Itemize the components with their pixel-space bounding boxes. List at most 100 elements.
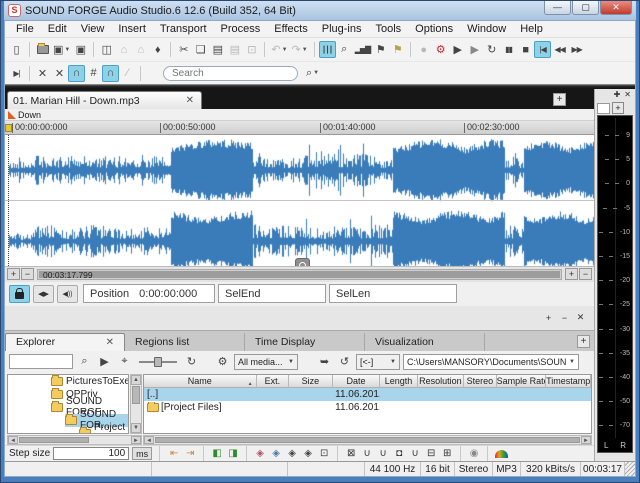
tab-close-icon[interactable]: ✕ <box>184 95 196 106</box>
selend-field[interactable]: SelEnd <box>218 284 326 303</box>
menu-options[interactable]: Options <box>408 22 460 36</box>
tag-tool-button[interactable]: ♦ <box>149 41 166 58</box>
find-button[interactable]: ⌕ ▼ <box>304 65 321 82</box>
column-header-size[interactable]: Size <box>289 374 333 388</box>
level-meter[interactable]: L R 9 5 0 -5 -10 -15 -20 -25 -30 -35 -40 -50 -70 <box>597 115 633 453</box>
lock-button[interactable] <box>9 284 30 303</box>
step-size-unit[interactable]: ms <box>132 447 153 460</box>
open-icon[interactable] <box>34 41 51 58</box>
edit-tool-button[interactable]: ◀▶ <box>33 284 54 303</box>
minimize-button[interactable]: — <box>544 1 571 15</box>
zoom-in-button[interactable]: + <box>7 268 20 280</box>
title-bar[interactable]: S SOUND FORGE Audio Studio.6 12.6 (Build… <box>4 1 636 20</box>
pencil-tool-button[interactable]: ∕ <box>119 65 136 82</box>
event-shrink-button[interactable]: ⊟ <box>424 447 438 460</box>
list-horizontal-scrollbar[interactable]: ◄ ► <box>143 434 592 445</box>
go-to-end-button[interactable]: ▶| <box>8 65 25 82</box>
meter-pin-icon[interactable]: ✚ <box>614 90 621 101</box>
media-filter-combo-arrow-icon[interactable]: ▼ <box>288 359 294 365</box>
scroll-up-arrow[interactable]: ▲ <box>131 374 141 385</box>
tree-horizontal-scrollbar[interactable]: ◄ ► <box>7 434 142 445</box>
menu-file[interactable]: File <box>9 22 41 36</box>
zoom-out-button[interactable]: − <box>21 268 34 280</box>
new-file-button[interactable]: ▯ <box>8 41 25 58</box>
channel-meters-button[interactable]: ☰ <box>318 41 336 58</box>
horizontal-scrollbar[interactable]: 00:03:17.799 <box>37 268 562 280</box>
column-header-stereo[interactable]: Stereo <box>464 374 497 388</box>
dock-tab-time-display[interactable]: Time Display <box>245 332 365 351</box>
menu-effects[interactable]: Effects <box>267 22 314 36</box>
dock-tab-add-button[interactable]: + <box>577 334 590 348</box>
nudge-up-down-button[interactable]: ◈ <box>269 447 283 460</box>
search-input[interactable] <box>163 65 298 81</box>
go-to-start-button[interactable]: |◀ <box>534 41 552 58</box>
event-split-2-button[interactable]: ∪ <box>376 447 390 460</box>
column-header-resolution[interactable]: Resolution <box>417 374 465 388</box>
event-join-button[interactable]: ∪ <box>408 447 422 460</box>
menu-process[interactable]: Process <box>214 22 268 36</box>
file-list-row[interactable]: [..]11.06.201... <box>144 387 591 401</box>
history-combo-arrow-icon[interactable]: ▼ <box>390 359 396 365</box>
snap-enable-button[interactable]: ∩ <box>68 64 85 82</box>
dock-add-button[interactable]: + <box>543 313 554 323</box>
media-filter-combo[interactable]: All media... ▼ <box>234 353 298 370</box>
nudge-in-button[interactable]: ◈ <box>285 447 299 460</box>
dock-tab-regions-list[interactable]: Regions list <box>125 332 245 351</box>
event-fill-button[interactable]: ◘ <box>392 447 406 460</box>
record-button[interactable]: ● <box>415 41 432 58</box>
copy-button[interactable]: ❏ <box>192 41 209 58</box>
path-combo[interactable]: C:\Users\MANSORY\Documents\SOUND F ▼ <box>403 353 579 370</box>
step-size-input[interactable]: 100 <box>53 447 130 460</box>
tree-hscroll-thumb[interactable] <box>19 436 89 443</box>
record-options-button[interactable]: ⚙ <box>432 41 449 58</box>
loop-playback-button[interactable]: ↻ <box>483 41 500 58</box>
position-field[interactable]: Position 0:00:00:000 <box>83 284 215 303</box>
dock-minimize-button[interactable]: − <box>559 313 570 323</box>
tree-item[interactable]: PicturesToExe <box>8 374 128 388</box>
dock-close-button[interactable]: ✕ <box>575 312 586 323</box>
zoom-tool-button[interactable]: ⌕ <box>336 41 353 58</box>
zoom-in-button-right[interactable]: + <box>565 268 578 280</box>
scroll-down-arrow[interactable]: ▼ <box>131 423 141 433</box>
scroll-right-arrow[interactable]: ► <box>131 435 141 444</box>
column-header-length[interactable]: Length <box>380 374 418 388</box>
rewind-button[interactable]: ◀◀ <box>551 41 568 58</box>
column-header-timestamp[interactable]: Timestamp <box>546 374 591 388</box>
column-header-samplerate[interactable]: Sample Rate <box>496 374 547 388</box>
send-to-button[interactable]: ➥ <box>316 353 333 370</box>
dock-tab-explorer[interactable]: Explorer ✕ <box>5 332 125 351</box>
maximize-button[interactable]: ▢ <box>572 1 599 15</box>
snap-to-grid-button[interactable]: # <box>85 65 102 82</box>
menu-tools[interactable]: Tools <box>368 22 408 36</box>
ruler-origin-marker[interactable] <box>5 124 12 132</box>
save-button[interactable]: ▣ ▼ <box>51 41 72 58</box>
save-all-button[interactable]: ▣ <box>72 41 89 58</box>
file-list[interactable]: Name ▲ Ext. Size Date Length Resolution Stereo S… <box>143 373 592 434</box>
tree-vertical-scrollbar[interactable]: ▲ ▼ <box>130 373 142 434</box>
menu-edit[interactable]: Edit <box>41 22 74 36</box>
menu-view[interactable]: View <box>74 22 112 36</box>
next-event-button[interactable]: ⇥ <box>183 447 197 460</box>
menu-window[interactable]: Window <box>460 22 513 36</box>
path-combo-arrow-icon[interactable]: ▼ <box>569 359 575 365</box>
scroll-left-arrow[interactable]: ◄ <box>144 435 154 444</box>
cut-button[interactable]: ✂ <box>175 41 192 58</box>
tree-item[interactable]: Project Files <box>8 422 128 434</box>
column-header-date[interactable]: Date <box>332 374 381 388</box>
insert-marker-button[interactable]: ⚑ <box>372 41 389 58</box>
stop-button[interactable]: ■ <box>517 41 534 58</box>
nudge-step-button[interactable]: ⊡ <box>317 447 331 460</box>
region-end-button[interactable]: ◨ <box>226 447 240 460</box>
event-handle[interactable] <box>295 258 310 266</box>
trim-crop-button[interactable]: ⊡ <box>243 41 260 58</box>
menu-insert[interactable]: Insert <box>111 22 153 36</box>
document-tab[interactable]: 01. Marian Hill - Down.mp3 ✕ <box>7 91 202 109</box>
dock-tab-close-icon[interactable]: ✕ <box>106 337 114 348</box>
close-button[interactable]: ✕ <box>600 1 632 15</box>
event-grow-button[interactable]: ⊞ <box>440 447 454 460</box>
paste-special-button[interactable]: ▤ <box>226 41 243 58</box>
menu-help[interactable]: Help <box>513 22 550 36</box>
marker-row[interactable]: Down <box>5 109 594 121</box>
event-split-1-button[interactable]: ∪ <box>360 447 374 460</box>
time-ruler[interactable]: 00:00:00:000 00:00:50:000 00:01:40:000 00:0… <box>5 121 594 135</box>
